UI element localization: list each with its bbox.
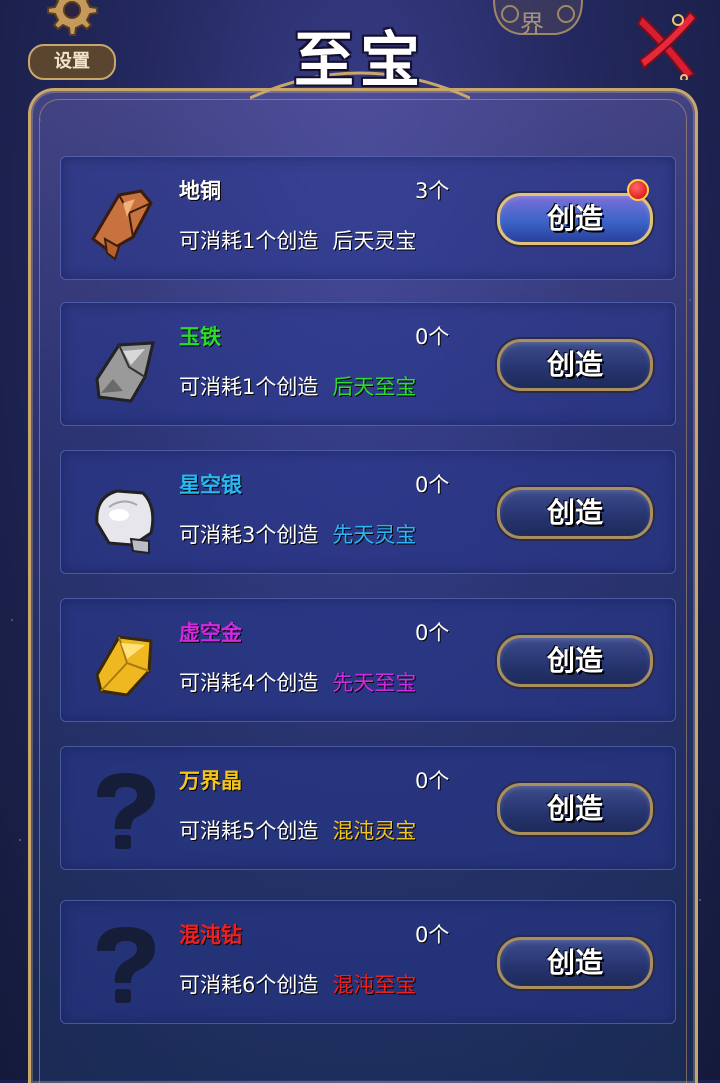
notification-dot-icon xyxy=(627,179,649,201)
create-button[interactable]: 创造 xyxy=(497,193,653,245)
list-item-wanjiejing: 万界晶 0个 可消耗5个创造 混沌灵宝 创造 xyxy=(60,746,676,870)
list-item-yutie: 玉铁 0个 可消耗1个创造 后天至宝 创造 xyxy=(60,302,676,426)
item-description: 可消耗1个创造 后天至宝 xyxy=(179,371,416,401)
item-description: 可消耗5个创造 混沌灵宝 xyxy=(179,815,416,845)
item-name: 玉铁 xyxy=(179,324,221,349)
create-button[interactable]: 创造 xyxy=(497,783,653,835)
item-description: 可消耗6个创造 混沌至宝 xyxy=(179,969,416,999)
item-count: 0个 xyxy=(415,325,450,349)
list-item-hundunzuan: 混沌钻 0个 可消耗6个创造 混沌至宝 创造 xyxy=(60,900,676,1024)
item-description: 可消耗3个创造 先天灵宝 xyxy=(179,519,416,549)
list-item-diitong: 地铜 3个 可消耗1个创造 后天灵宝 创造 xyxy=(60,156,676,280)
treasure-grade: 混沌至宝 xyxy=(332,973,417,997)
consume-text: 可消耗6个创造 xyxy=(179,973,319,997)
create-button[interactable]: 创造 xyxy=(497,937,653,989)
create-button[interactable]: 创造 xyxy=(497,487,653,539)
page-title: 至宝 xyxy=(294,26,426,96)
list-item-xingkongyin: 星空银 0个 可消耗3个创造 先天灵宝 创造 xyxy=(60,450,676,574)
consume-text: 可消耗3个创造 xyxy=(179,523,319,547)
treasure-grade: 混沌灵宝 xyxy=(332,819,417,843)
item-count: 0个 xyxy=(415,621,450,645)
unknown-question-icon xyxy=(97,773,155,849)
close-icon[interactable] xyxy=(632,8,704,80)
silver-ore-icon xyxy=(95,489,155,555)
copper-ore-icon xyxy=(91,189,153,261)
item-count: 0个 xyxy=(415,473,450,497)
item-name: 万界晶 xyxy=(179,768,242,793)
item-count: 3个 xyxy=(415,179,450,203)
treasure-grade: 先天灵宝 xyxy=(332,523,417,547)
item-name: 星空银 xyxy=(179,472,242,497)
item-count: 0个 xyxy=(415,923,450,947)
consume-text: 可消耗5个创造 xyxy=(179,819,319,843)
settings-area[interactable]: 设置 xyxy=(28,0,116,80)
gear-icon xyxy=(47,0,98,36)
consume-text: 可消耗1个创造 xyxy=(179,229,319,253)
list-item-xukongjin: 虚空金 0个 可消耗4个创造 先天至宝 创造 xyxy=(60,598,676,722)
gold-crystal-icon xyxy=(95,635,153,697)
item-description: 可消耗1个创造 后天灵宝 xyxy=(179,225,416,255)
iron-ore-icon xyxy=(95,341,155,403)
settings-button[interactable]: 设置 xyxy=(28,44,116,80)
world-label: 界 xyxy=(520,10,544,38)
create-button[interactable]: 创造 xyxy=(497,635,653,687)
unknown-question-icon xyxy=(97,927,155,1003)
treasure-grade: 后天至宝 xyxy=(332,375,417,399)
item-name: 虚空金 xyxy=(179,620,242,645)
item-description: 可消耗4个创造 先天至宝 xyxy=(179,667,416,697)
item-count: 0个 xyxy=(415,769,450,793)
consume-text: 可消耗4个创造 xyxy=(179,671,319,695)
treasure-grade: 先天至宝 xyxy=(332,671,417,695)
treasure-grade: 后天灵宝 xyxy=(332,229,417,253)
item-name: 混沌钻 xyxy=(179,922,242,947)
create-button[interactable]: 创造 xyxy=(497,339,653,391)
consume-text: 可消耗1个创造 xyxy=(179,375,319,399)
item-name: 地铜 xyxy=(179,178,221,203)
